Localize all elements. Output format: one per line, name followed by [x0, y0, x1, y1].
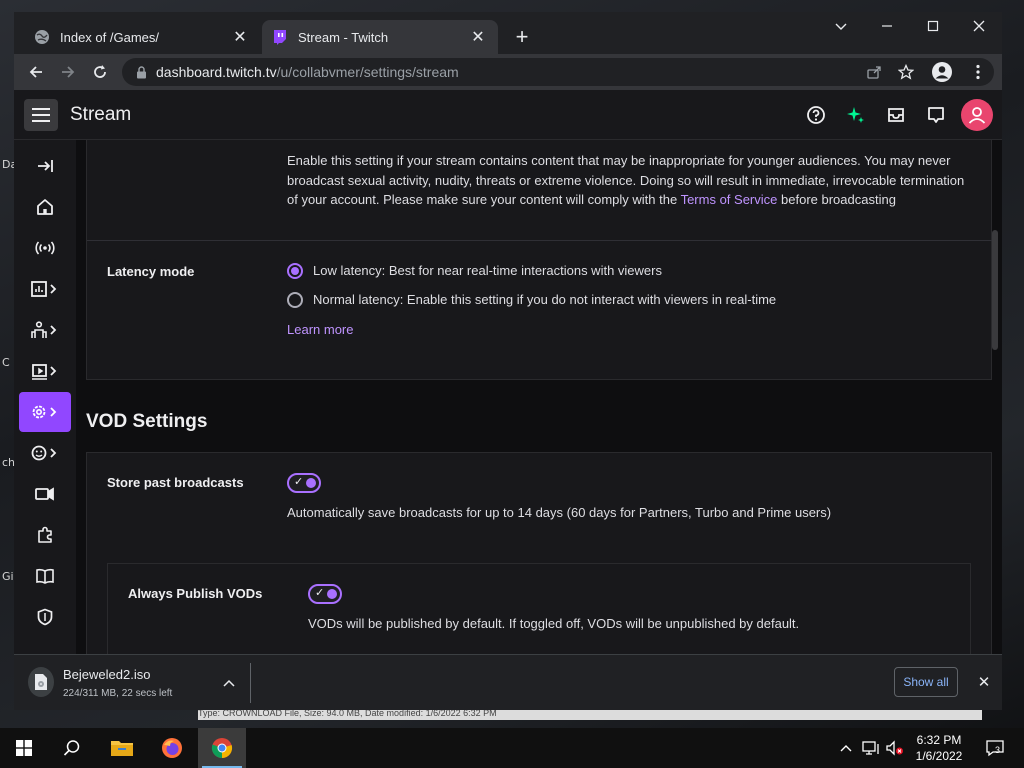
twitch-icon: [272, 29, 288, 45]
taskbar: 6:32 PM 1/6/2022 3: [0, 728, 1024, 768]
download-divider: [250, 663, 251, 703]
taskbar-clock[interactable]: 6:32 PM 1/6/2022: [904, 732, 974, 764]
content-icon[interactable]: [19, 351, 71, 391]
show-hidden-icons-chevron-icon[interactable]: [836, 728, 856, 768]
share-icon[interactable]: [858, 58, 890, 86]
browser-menu-icon[interactable]: [962, 58, 994, 86]
stream-settings-card: Enable this setting if your stream conta…: [86, 140, 993, 380]
profile-icon[interactable]: [922, 58, 962, 86]
home-icon[interactable]: [19, 187, 71, 227]
community-icon[interactable]: [19, 310, 71, 350]
learn-more-link[interactable]: Learn more: [287, 320, 353, 340]
omnibox-actions: [858, 58, 994, 86]
terms-of-service-link[interactable]: Terms of Service: [681, 192, 778, 207]
new-tab-button[interactable]: +: [510, 25, 534, 49]
toggle-knob: [306, 478, 316, 488]
twitch-dashboard: Stream Enable this setting if your strea…: [14, 90, 1002, 710]
whispers-icon[interactable]: [924, 103, 948, 127]
settings-content: Enable this setting if your stream conta…: [76, 140, 1002, 710]
normal-latency-label[interactable]: Normal latency: Enable this setting if y…: [313, 290, 776, 310]
download-filename[interactable]: Bejeweled2.iso: [63, 667, 150, 682]
url-path: /u/collabvmer/settings/stream: [276, 64, 459, 80]
forward-button[interactable]: [54, 58, 82, 86]
maximize-button[interactable]: [910, 12, 956, 40]
section-divider: [87, 240, 993, 241]
broadcast-icon[interactable]: [19, 228, 71, 268]
page-scrollbar[interactable]: [992, 230, 998, 350]
creator-sidenav: [14, 140, 76, 710]
download-bar: Bejeweled2.iso 224/311 MB, 22 secs left …: [14, 654, 1002, 710]
file-explorer-icon[interactable]: [98, 728, 146, 768]
lock-icon[interactable]: [134, 65, 148, 79]
collapse-icon[interactable]: [19, 146, 71, 186]
explorer-status-strip: Type: CROWNLOAD File, Size: 94.0 MB, Dat…: [198, 710, 982, 720]
normal-latency-radio[interactable]: [287, 292, 303, 308]
sparkle-icon[interactable]: [844, 103, 868, 127]
store-past-broadcasts-description: Automatically save broadcasts for up to …: [287, 505, 832, 520]
close-window-button[interactable]: [956, 12, 1002, 40]
docs-icon[interactable]: [19, 556, 71, 596]
extensions-icon[interactable]: [19, 515, 71, 555]
store-past-broadcasts-toggle[interactable]: ✓: [287, 473, 321, 493]
toggle-knob: [327, 589, 337, 599]
notifications-icon[interactable]: 3: [980, 728, 1010, 768]
windows-start-icon[interactable]: [0, 728, 48, 768]
mature-description-end: before broadcasting: [781, 192, 896, 207]
low-latency-label[interactable]: Low latency: Best for near real-time int…: [313, 261, 662, 281]
browser-window: Index of /Games/ ✕ Stream - Twitch ✕ + d…: [14, 12, 1002, 710]
tab-title: Index of /Games/: [60, 29, 159, 45]
tab-close-icon[interactable]: ✕: [468, 27, 488, 47]
store-past-broadcasts-label: Store past broadcasts: [107, 475, 244, 490]
checkmark-icon: ✓: [315, 587, 325, 599]
viewer-rewards-icon[interactable]: [19, 433, 71, 473]
tab-title: Stream - Twitch: [298, 29, 389, 45]
url-host: dashboard.twitch.tv: [156, 64, 277, 80]
chrome-icon[interactable]: [198, 728, 246, 768]
tab-index-games[interactable]: Index of /Games/ ✕: [24, 20, 260, 54]
clock-date: 1/6/2022: [915, 749, 963, 763]
desktop-icon-label[interactable]: Gi: [2, 570, 14, 583]
download-status: 224/311 MB, 22 secs left: [63, 688, 173, 699]
browser-toolbar: dashboard.twitch.tv/u/collabvmer/setting…: [14, 54, 1002, 90]
settings-icon[interactable]: [19, 392, 71, 432]
clock-time: 6:32 PM: [916, 733, 962, 747]
safety-icon[interactable]: [19, 597, 71, 637]
reload-button[interactable]: [86, 58, 114, 86]
search-icon[interactable]: [48, 728, 96, 768]
tab-stream-twitch[interactable]: Stream - Twitch ✕: [262, 20, 498, 54]
always-publish-vods-description: VODs will be published by default. If to…: [308, 616, 800, 631]
user-avatar[interactable]: [961, 99, 993, 131]
bookmark-star-icon[interactable]: [890, 58, 922, 86]
chevron-up-icon[interactable]: [219, 673, 239, 693]
notification-count: 3: [995, 745, 1001, 755]
tab-search-icon[interactable]: [818, 12, 864, 40]
network-icon[interactable]: [860, 728, 882, 768]
creator-camp-icon[interactable]: [19, 474, 71, 514]
dashboard-top-nav: Stream: [14, 90, 1002, 140]
download-file-icon[interactable]: [28, 667, 54, 697]
address-bar[interactable]: dashboard.twitch.tv/u/collabvmer/setting…: [122, 58, 994, 86]
checkmark-icon: ✓: [294, 476, 304, 488]
globe-icon: [34, 29, 50, 45]
low-latency-radio[interactable]: [287, 263, 303, 279]
menu-icon[interactable]: [24, 99, 58, 131]
vod-settings-heading: VOD Settings: [86, 411, 208, 432]
minimize-button[interactable]: [864, 12, 910, 40]
close-download-bar-button[interactable]: ✕: [974, 672, 994, 692]
show-all-button[interactable]: Show all: [894, 667, 958, 697]
mature-content-description: Enable this setting if your stream conta…: [287, 151, 967, 210]
desktop-icon-label[interactable]: C: [2, 356, 10, 369]
always-publish-vods-label: Always Publish VODs: [128, 586, 263, 601]
tab-strip: Index of /Games/ ✕ Stream - Twitch ✕ +: [14, 12, 1002, 54]
inbox-icon[interactable]: [884, 103, 908, 127]
firefox-icon[interactable]: [148, 728, 196, 768]
tab-close-icon[interactable]: ✕: [230, 27, 250, 47]
back-button[interactable]: [22, 58, 50, 86]
analytics-icon[interactable]: [19, 269, 71, 309]
help-icon[interactable]: [804, 103, 828, 127]
volume-muted-icon[interactable]: [884, 728, 906, 768]
always-publish-vods-toggle[interactable]: ✓: [308, 584, 342, 604]
latency-mode-label: Latency mode: [107, 264, 195, 279]
page-title: Stream: [70, 104, 132, 125]
